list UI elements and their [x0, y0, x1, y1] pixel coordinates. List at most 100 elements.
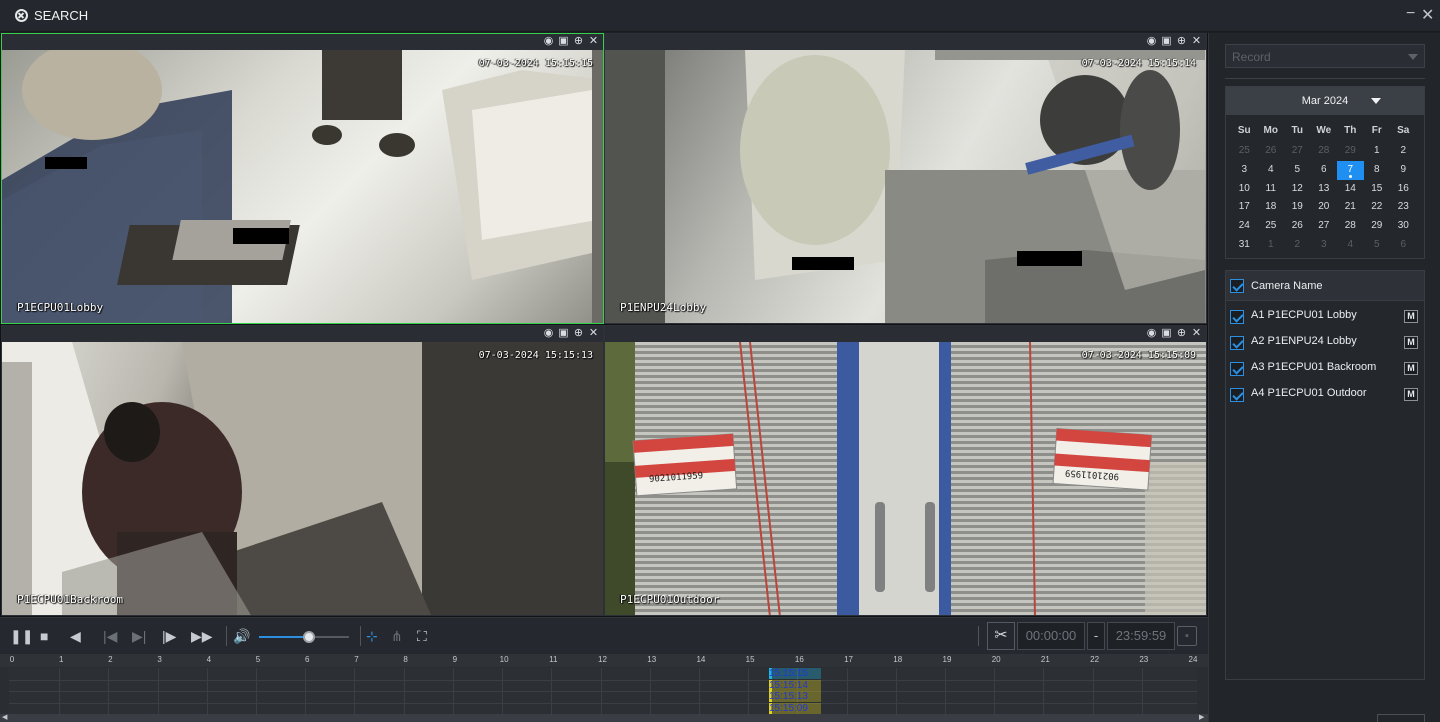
calendar-day[interactable]: 30: [1390, 217, 1417, 236]
eye-icon[interactable]: ◉: [543, 327, 554, 339]
fast-button[interactable]: ▶▶: [191, 628, 213, 644]
calendar-day[interactable]: 31: [1231, 236, 1258, 255]
calendar-day[interactable]: 6: [1390, 236, 1417, 255]
volume-slider[interactable]: [259, 631, 349, 643]
calendar-day[interactable]: 24: [1231, 217, 1258, 236]
camera-main-stream-button[interactable]: M: [1404, 388, 1418, 401]
next-frame-button[interactable]: ▶|: [132, 628, 146, 644]
calendar-day[interactable]: 22: [1364, 198, 1391, 217]
camera-main-stream-button[interactable]: M: [1404, 362, 1418, 375]
eye-icon[interactable]: ◉: [1146, 35, 1157, 47]
calendar-day[interactable]: 14: [1337, 180, 1364, 199]
calendar-day[interactable]: 25: [1258, 217, 1285, 236]
calendar-day[interactable]: 9: [1390, 161, 1417, 180]
zoom-icon[interactable]: ⊕: [1176, 35, 1187, 47]
calendar-day[interactable]: 21: [1337, 198, 1364, 217]
sync-play-icon[interactable]: ⊹: [366, 628, 378, 644]
camera-list-item[interactable]: A3 P1ECPU01 Backroom M: [1226, 355, 1424, 381]
camera-main-stream-button[interactable]: M: [1404, 310, 1418, 323]
timeline[interactable]: 0 1 2 3 4 5 6 7 8 9 10 11 12 13 14 15 16 17 18 19 20 21 22 23 24: [0, 654, 1208, 722]
calendar-day[interactable]: 28: [1311, 142, 1338, 161]
volume-icon[interactable]: 🔊: [233, 628, 250, 644]
calendar-day[interactable]: 2: [1284, 236, 1311, 255]
camera-list-item[interactable]: A2 P1ENPU24 Lobby M: [1226, 329, 1424, 355]
calendar-day[interactable]: 17: [1231, 198, 1258, 217]
calendar-day[interactable]: 29: [1364, 217, 1391, 236]
calendar-day[interactable]: 19: [1284, 198, 1311, 217]
calendar-day[interactable]: 1: [1258, 236, 1285, 255]
calendar-day[interactable]: 15: [1364, 180, 1391, 199]
calendar-day[interactable]: 4: [1258, 161, 1285, 180]
camera-checkbox[interactable]: [1230, 388, 1244, 402]
chevron-down-icon[interactable]: [1371, 98, 1381, 104]
calendar-day[interactable]: 12: [1284, 180, 1311, 199]
snapshot-icon[interactable]: ▣: [558, 35, 569, 47]
smart-search-icon[interactable]: ⋔: [391, 628, 403, 644]
snapshot-icon[interactable]: ▣: [558, 327, 569, 339]
calendar-day[interactable]: 8: [1364, 161, 1391, 180]
video-tile-3[interactable]: ◉ ▣ ⊕ ✕ 07-03-2024 15:15:13 P1ECPU01Back…: [1, 325, 604, 616]
calendar-day[interactable]: 23: [1390, 198, 1417, 217]
play-backward-button[interactable]: ◀: [70, 628, 81, 644]
close-icon[interactable]: ✕: [1191, 35, 1202, 47]
timeline-record-marker[interactable]: 15:15:15: [769, 668, 821, 679]
calendar-day-selected[interactable]: 7: [1337, 160, 1364, 180]
calendar-day[interactable]: 26: [1258, 142, 1285, 161]
clip-start-time[interactable]: 00:00:00: [1017, 622, 1085, 650]
timeline-record-marker[interactable]: 15:15:09: [769, 702, 821, 714]
calendar-day[interactable]: 11: [1258, 180, 1285, 199]
calendar-day[interactable]: 26: [1284, 217, 1311, 236]
close-icon[interactable]: ✕: [588, 35, 599, 47]
save-clip-icon[interactable]: ▪: [1177, 626, 1197, 646]
zoom-icon[interactable]: ⊕: [1176, 327, 1187, 339]
clip-scissors-icon[interactable]: ✂: [987, 622, 1015, 650]
calendar-day[interactable]: 13: [1311, 180, 1338, 199]
calendar-day[interactable]: 28: [1337, 217, 1364, 236]
calendar-day[interactable]: 18: [1258, 198, 1285, 217]
clip-end-time[interactable]: 23:59:59: [1107, 622, 1175, 650]
panel-corner-button[interactable]: [1377, 714, 1425, 722]
calendar-day[interactable]: 4: [1337, 236, 1364, 255]
calendar-header[interactable]: Mar 2024: [1226, 87, 1424, 115]
zoom-icon[interactable]: ⊕: [573, 35, 584, 47]
calendar-day[interactable]: 25: [1231, 142, 1258, 161]
close-icon[interactable]: ✕: [588, 327, 599, 339]
calendar-day[interactable]: 1: [1364, 142, 1391, 161]
video-tile-1[interactable]: ◉ ▣ ⊕ ✕ 07-03-2024 15:15:15 P1ECPU01Lobb…: [1, 33, 604, 324]
eye-icon[interactable]: ◉: [1146, 327, 1157, 339]
calendar-day[interactable]: 2: [1390, 142, 1417, 161]
stop-button[interactable]: ■: [40, 628, 48, 644]
zoom-icon[interactable]: ⊕: [573, 327, 584, 339]
calendar-day[interactable]: 3: [1231, 161, 1258, 180]
close-icon[interactable]: ✕: [1421, 5, 1434, 25]
fullscreen-icon[interactable]: ⛶: [417, 628, 427, 644]
snapshot-icon[interactable]: ▣: [1161, 35, 1172, 47]
calendar-day[interactable]: 6: [1311, 161, 1338, 180]
calendar-day[interactable]: 5: [1284, 161, 1311, 180]
calendar-day[interactable]: 27: [1311, 217, 1338, 236]
camera-checkbox[interactable]: [1230, 362, 1244, 376]
previous-frame-button[interactable]: |◀: [103, 628, 117, 644]
timeline-record-marker[interactable]: 15:15:14: [769, 679, 821, 691]
calendar-day[interactable]: 3: [1311, 236, 1338, 255]
camera-main-stream-button[interactable]: M: [1404, 336, 1418, 349]
slow-button[interactable]: |▶: [162, 628, 176, 644]
camera-list-item[interactable]: A1 P1ECPU01 Lobby M: [1226, 303, 1424, 329]
timeline-scrollbar[interactable]: ◀ ▶: [0, 714, 1208, 722]
timeline-tracks[interactable]: [9, 668, 1197, 714]
timeline-record-marker[interactable]: 15:15:13: [769, 691, 821, 702]
camera-list-item[interactable]: A4 P1ECPU01 Outdoor M: [1226, 381, 1424, 407]
calendar-day[interactable]: 27: [1284, 142, 1311, 161]
record-type-select[interactable]: Record: [1225, 44, 1425, 68]
video-tile-2[interactable]: ◉ ▣ ⊕ ✕ 07-03-2024 15:15:14 P1ENPU24Lobb…: [604, 33, 1207, 324]
snapshot-icon[interactable]: ▣: [1161, 327, 1172, 339]
calendar-day[interactable]: 29: [1337, 142, 1364, 161]
calendar-day[interactable]: 5: [1364, 236, 1391, 255]
camera-checkbox[interactable]: [1230, 336, 1244, 350]
pause-button[interactable]: ❚❚: [10, 628, 33, 644]
minimize-icon[interactable]: −: [1406, 5, 1415, 23]
close-icon[interactable]: ✕: [1191, 327, 1202, 339]
calendar-day[interactable]: 10: [1231, 180, 1258, 199]
video-tile-4[interactable]: ◉ ▣ ⊕ ✕ 9021011959 9021011959 07-03-2024…: [604, 325, 1207, 616]
scroll-right-icon[interactable]: ▶: [1199, 713, 1204, 721]
